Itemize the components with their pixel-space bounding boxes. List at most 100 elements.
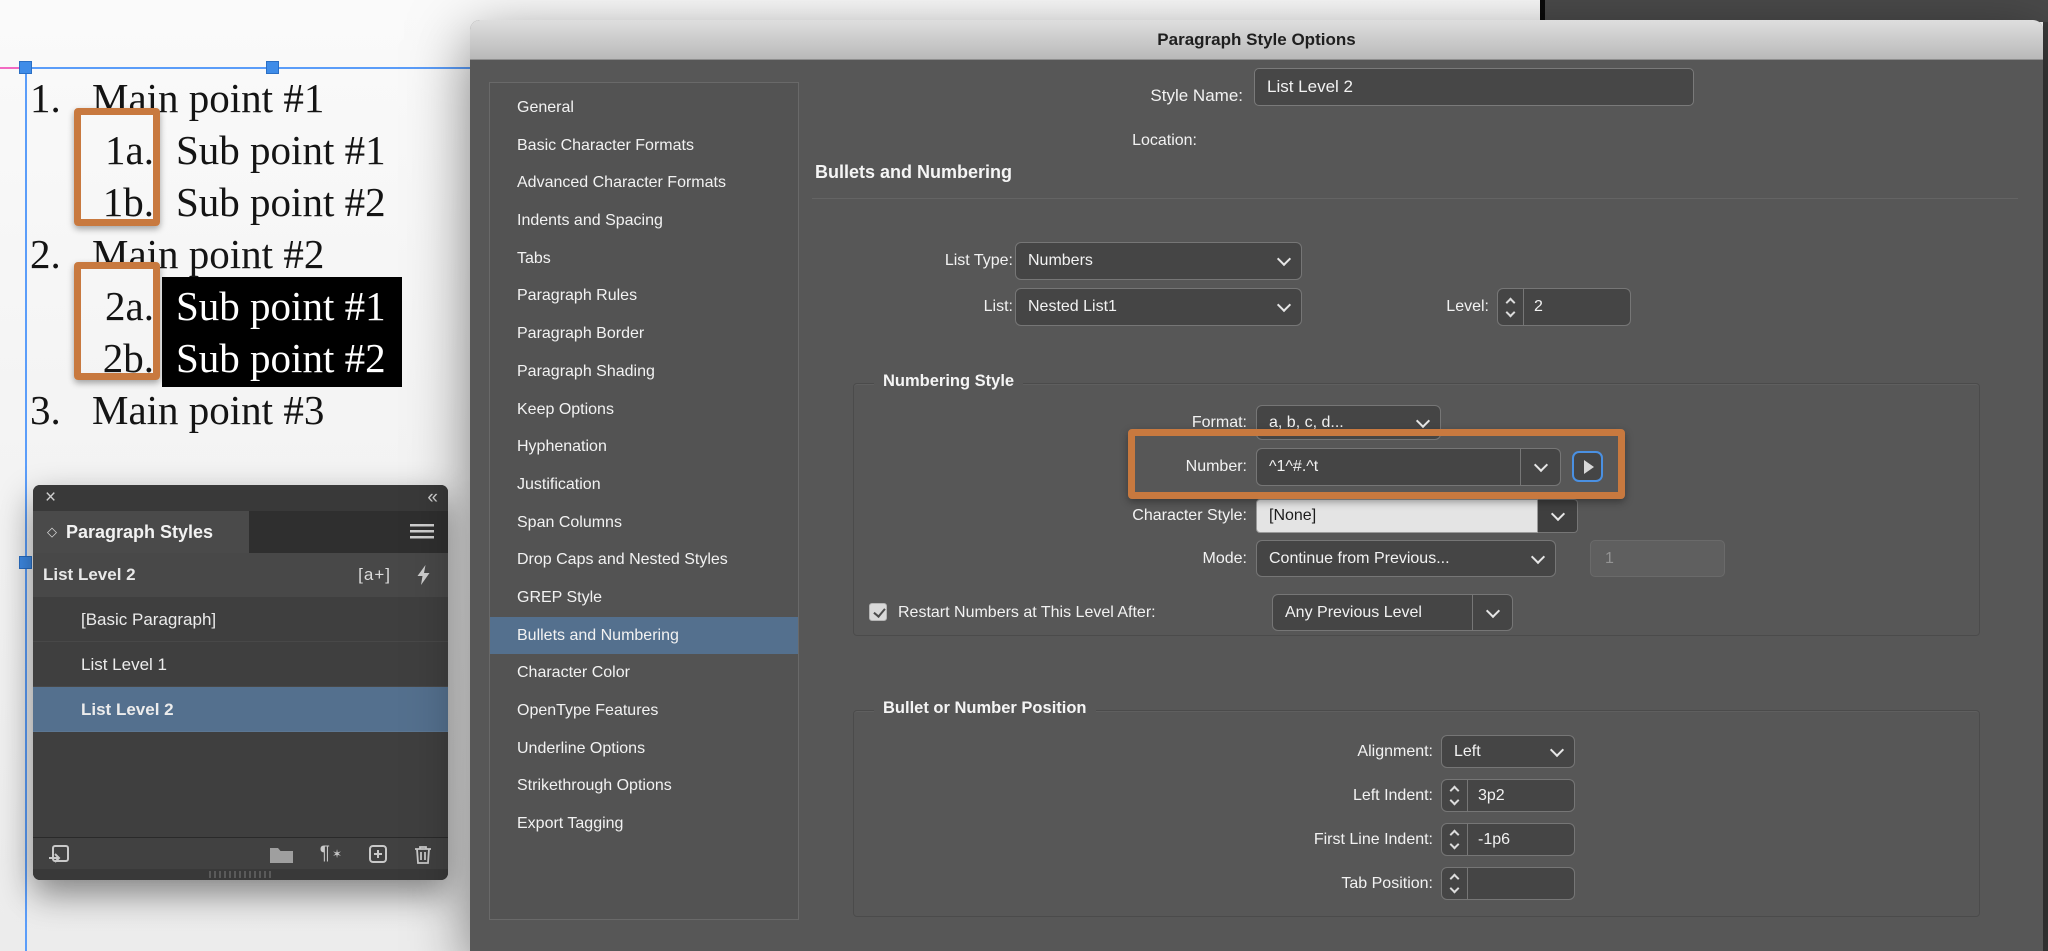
sidebar-item-justification[interactable]: Justification — [490, 466, 798, 504]
character-style-chevron[interactable] — [1538, 499, 1578, 533]
numbering-style-group-title: Numbering Style — [874, 372, 1023, 391]
styles-list: [Basic Paragraph] List Level 1 List Leve… — [33, 597, 448, 837]
delete-style-trash-icon[interactable] — [414, 844, 432, 864]
tab-position-stepper[interactable] — [1442, 868, 1468, 899]
restart-level-dropdown[interactable]: Any Previous Level — [1272, 594, 1513, 631]
list-item-selected: 2a. Sub point #1 — [0, 280, 470, 332]
style-override-icon[interactable]: [a+] — [358, 565, 391, 585]
tab-position-field[interactable] — [1441, 867, 1575, 900]
paragraph-styles-panel: × « ◇ Paragraph Styles List Level 2 [a+]… — [33, 485, 448, 880]
dialog-sidebar: General Basic Character Formats Advanced… — [489, 82, 799, 920]
left-indent-stepper[interactable] — [1442, 780, 1468, 811]
mode-start-number-field-disabled: 1 — [1590, 540, 1725, 577]
dialog-title: Paragraph Style Options — [1157, 30, 1355, 50]
sidebar-item-indents-and-spacing[interactable]: Indents and Spacing — [490, 202, 798, 240]
location-label: Location: — [970, 130, 1197, 152]
sidebar-item-opentype-features[interactable]: OpenType Features — [490, 692, 798, 730]
panel-header: × « — [33, 485, 448, 511]
text-frame-top-edge — [26, 67, 470, 69]
chevron-down-icon[interactable] — [1520, 449, 1560, 485]
sidebar-item-general[interactable]: General — [490, 89, 798, 127]
dialog-titlebar: Paragraph Style Options — [470, 20, 2043, 60]
first-line-indent-stepper[interactable] — [1442, 824, 1468, 855]
level-label: Level: — [1350, 288, 1489, 326]
sidebar-item-strikethrough-options[interactable]: Strikethrough Options — [490, 767, 798, 805]
sidebar-item-export-tagging[interactable]: Export Tagging — [490, 805, 798, 843]
list-type-label: List Type: — [810, 242, 1013, 280]
level-value[interactable]: 2 — [1524, 289, 1630, 325]
sidebar-item-basic-character-formats[interactable]: Basic Character Formats — [490, 127, 798, 165]
mode-dropdown[interactable]: Continue from Previous... — [1256, 540, 1556, 577]
list-marker: 1. — [30, 72, 61, 124]
list-marker: 3. — [30, 384, 61, 436]
app-background-strip — [1540, 0, 2048, 22]
sidebar-item-tabs[interactable]: Tabs — [490, 240, 798, 278]
create-new-style-icon[interactable] — [368, 844, 388, 864]
left-indent-field[interactable]: 3p2 — [1441, 779, 1575, 812]
list-marker: 2. — [30, 228, 61, 280]
character-style-dropdown[interactable]: [None] — [1256, 499, 1538, 533]
panel-menu-icon[interactable] — [410, 524, 434, 540]
clear-overrides-icon[interactable]: ¶✶ — [320, 843, 342, 865]
chevron-down-icon — [1540, 736, 1574, 767]
number-label: Number: — [970, 448, 1247, 486]
paragraph-style-options-dialog: Paragraph Style Options General Basic Ch… — [470, 20, 2043, 951]
sidebar-item-paragraph-shading[interactable]: Paragraph Shading — [490, 353, 798, 391]
play-triangle-icon — [1584, 460, 1594, 474]
style-item-list-level-2[interactable]: List Level 2 — [33, 687, 448, 732]
panel-tab-label: Paragraph Styles — [66, 522, 213, 543]
restart-numbers-label: Restart Numbers at This Level After: — [898, 598, 1156, 628]
style-name-label: Style Name: — [970, 76, 1243, 116]
left-indent-label: Left Indent: — [1170, 779, 1433, 812]
restart-numbers-checkbox[interactable] — [869, 603, 887, 621]
section-heading: Bullets and Numbering — [815, 162, 1012, 183]
sidebar-item-paragraph-border[interactable]: Paragraph Border — [490, 315, 798, 353]
insert-special-character-button[interactable] — [1572, 451, 1603, 482]
collapse-panel-icon[interactable]: « — [427, 487, 436, 509]
list-type-dropdown[interactable]: Numbers — [1015, 242, 1302, 280]
sidebar-item-advanced-character-formats[interactable]: Advanced Character Formats — [490, 164, 798, 202]
list-text-highlighted: Sub point #2 — [162, 329, 402, 387]
list-item: 1a. Sub point #1 — [0, 124, 470, 176]
level-stepper[interactable] — [1498, 289, 1524, 325]
list-item: 1b. Sub point #2 — [0, 176, 470, 228]
chevron-down-icon — [1267, 243, 1301, 279]
first-line-indent-field[interactable]: -1p6 — [1441, 823, 1575, 856]
panel-cycle-icon: ◇ — [47, 524, 57, 540]
level-stepper-field[interactable]: 2 — [1497, 288, 1631, 326]
sidebar-item-character-color[interactable]: Character Color — [490, 654, 798, 692]
sidebar-item-drop-caps-and-nested-styles[interactable]: Drop Caps and Nested Styles — [490, 541, 798, 579]
panel-tab-strip: ◇ Paragraph Styles — [33, 511, 448, 553]
sidebar-item-bullets-and-numbering[interactable]: Bullets and Numbering — [490, 617, 798, 655]
chevron-down-icon — [1267, 289, 1301, 325]
alignment-dropdown[interactable]: Left — [1441, 735, 1575, 768]
list-item: 2. Main point #2 — [0, 228, 470, 280]
active-style-name: List Level 2 — [43, 565, 136, 585]
sidebar-item-keep-options[interactable]: Keep Options — [490, 391, 798, 429]
sidebar-item-span-columns[interactable]: Span Columns — [490, 504, 798, 542]
list-item: 1. Main point #1 — [0, 72, 470, 124]
section-separator — [812, 198, 2018, 199]
alignment-label: Alignment: — [1170, 735, 1433, 768]
panel-toolbar: ¶✶ — [33, 837, 448, 869]
character-style-label: Character Style: — [970, 499, 1247, 533]
sidebar-item-paragraph-rules[interactable]: Paragraph Rules — [490, 277, 798, 315]
sidebar-item-underline-options[interactable]: Underline Options — [490, 730, 798, 768]
style-item-basic-paragraph[interactable]: [Basic Paragraph] — [33, 597, 448, 642]
style-group-folder-icon[interactable] — [269, 845, 294, 863]
list-dropdown[interactable]: Nested List1 — [1015, 288, 1302, 326]
lightning-bolt-icon[interactable] — [415, 565, 432, 585]
style-name-input[interactable]: List Level 2 — [1254, 68, 1694, 106]
mode-label: Mode: — [970, 540, 1247, 577]
style-item-list-level-1[interactable]: List Level 1 — [33, 642, 448, 687]
panel-resize-grip[interactable] — [33, 869, 448, 880]
close-icon[interactable]: × — [45, 487, 56, 509]
tab-paragraph-styles[interactable]: ◇ Paragraph Styles — [33, 511, 249, 553]
frame-handle-left-middle[interactable] — [19, 556, 32, 569]
list-item-selected: 2b. Sub point #2 — [0, 332, 470, 384]
number-combo-field[interactable]: ^1^#.^t — [1256, 448, 1561, 486]
load-styles-icon[interactable] — [47, 843, 71, 865]
sidebar-item-grep-style[interactable]: GREP Style — [490, 579, 798, 617]
sidebar-item-hyphenation[interactable]: Hyphenation — [490, 428, 798, 466]
chevron-down-icon — [1472, 595, 1512, 630]
